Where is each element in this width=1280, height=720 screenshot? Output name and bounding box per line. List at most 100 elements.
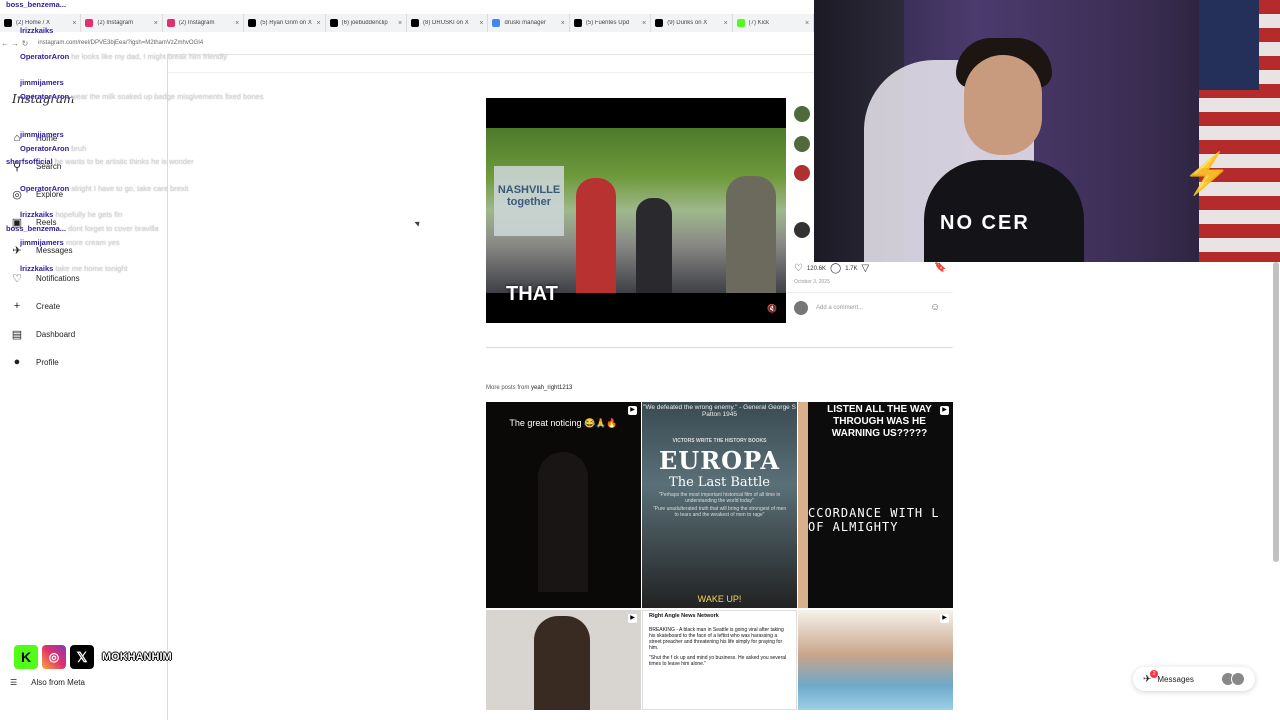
back-icon[interactable]: ← [0,39,10,48]
sidebar-item-explore[interactable]: ◎ Explore [10,187,63,201]
grid-post-6[interactable]: ▶ [798,610,953,710]
browser-tab[interactable]: (7) Kick × [733,14,814,32]
reel-icon: ▶ [628,406,637,415]
tile-tagline: VICTORS WRITE THE HISTORY BOOKS [672,438,767,444]
tile-header: LISTEN ALL THE WAY THROUGH WAS HE WARNIN… [827,404,932,439]
video-frame: NASHVILLE together THAT 🔇 [486,128,786,313]
tile-text: CCORDANCE WITH L OF ALMIGHTY [808,506,940,534]
likes-count: 120.6K [806,265,826,272]
browser-tab[interactable]: (8) DRUSKI on X × [407,14,489,32]
sidebar-item-messages[interactable]: ✈ Messages [10,243,72,257]
tab-favicon [4,19,12,27]
avatar-icon: ● [13,356,21,368]
close-icon[interactable]: × [235,20,239,27]
comment-avatar[interactable] [794,136,810,152]
message-avatars [1221,672,1245,686]
messages-button[interactable]: ✈ 2 Messages [1133,667,1255,691]
tile-review-1: "Perhaps the most important historical f… [658,492,781,504]
sidebar-item-notifications[interactable]: ♡ Notifications [10,271,80,285]
reel-icon: ▶ [940,614,949,623]
nashville-banner: NASHVILLE together [494,166,564,236]
tile-quote: "Shut the f ck up and mind yo business. … [649,655,787,667]
page-scrollbar[interactable] [1273,262,1279,562]
emoji-icon[interactable]: ☺ [930,302,940,313]
plus-icon: + [13,300,21,312]
tab-favicon [655,19,664,27]
like-icon[interactable]: ♡ [794,263,803,274]
add-comment-row[interactable]: Add a comment... [794,301,863,315]
browser-tab[interactable]: (6) joebuddenclip × [326,14,408,32]
browser-tab[interactable]: druski manager × [488,14,570,32]
more-posts-heading: More posts from yeah_right1213 [486,385,573,391]
bookmark-icon[interactable]: 🔖 [934,262,946,273]
share-icon[interactable]: ▽ [862,263,870,274]
heart-icon: ♡ [12,272,22,285]
browser-tab[interactable]: (5) Fuentes Upd × [570,14,652,32]
streamer-webcam: NO CER ⚡ [814,0,1280,262]
close-icon[interactable]: × [561,20,565,27]
browser-tab[interactable]: (2) Instagram × [163,14,245,32]
tab-favicon [248,19,257,27]
sidebar-item-dashboard[interactable]: ▤ Dashboard [10,327,75,341]
browser-address-bar[interactable]: ← → ↻ instagram.com/reel/DPVE3bjEea/?igs… [0,32,814,55]
comment-avatar[interactable] [794,106,810,122]
sidebar-item-home[interactable]: ⌂ Home [10,131,58,145]
reels-icon: ▣ [11,216,23,229]
browser-tab[interactable]: (9) Dunks on X × [651,14,733,32]
tab-favicon [492,19,501,27]
kick-icon: K [14,645,38,669]
close-icon[interactable]: × [72,20,76,27]
also-from-meta[interactable]: ☰ Also from Meta [10,678,85,687]
tile-title: EUROPA [659,446,780,475]
x-icon: 𝕏 [70,645,94,669]
tab-favicon [573,19,582,27]
grid-post-4[interactable]: ▶ [486,610,641,710]
grid-post-1[interactable]: The great noticing 😂🙏🔥 ▶ [486,402,641,608]
browser-tab[interactable]: (5) Ryan Grim on X × [244,14,326,32]
close-icon[interactable]: × [479,20,483,27]
comment-avatar[interactable] [794,165,810,181]
home-icon: ⌂ [13,132,21,144]
tab-favicon [166,19,175,27]
comment-icon[interactable]: ◯ [830,263,841,274]
close-icon[interactable]: × [724,20,728,27]
tile-caption: The great noticing 😂🙏🔥 [509,418,618,428]
streamer-handle: MOKHANHIM [102,651,172,663]
post-date: October 3, 2025 [794,279,830,285]
grid-post-2[interactable]: "We defeated the wrong enemy." - General… [642,402,797,608]
reload-icon[interactable]: ↻ [20,39,30,48]
sidebar-item-profile[interactable]: ● Profile [10,355,59,369]
tile-body: BREAKING - A black man in Seattle is goi… [649,627,784,651]
tab-favicon [85,19,94,27]
messenger-icon: ✈ 2 [1143,669,1158,685]
close-icon[interactable]: × [642,20,646,27]
browser-tab[interactable]: (2) Instagram × [81,14,163,32]
forward-icon[interactable]: → [10,39,20,48]
dashboard-icon: ▤ [11,328,23,341]
comment-divider [786,292,953,293]
mute-icon[interactable]: 🔇 [767,304,777,314]
close-icon[interactable]: × [398,20,402,27]
sidebar-item-create[interactable]: + Create [10,299,60,313]
reel-video[interactable]: NASHVILLE together THAT 🔇 [486,98,786,323]
tile-review-2: "Pure unadulterated truth that will brin… [652,506,787,518]
video-caption: THAT [506,283,558,305]
close-icon[interactable]: × [317,20,321,27]
grid-post-3[interactable]: LISTEN ALL THE WAY THROUGH WAS HE WARNIN… [798,402,953,608]
sidebar-item-reels[interactable]: ▣ Reels [10,215,57,229]
close-icon[interactable]: × [154,20,158,27]
comment-avatar[interactable] [794,222,810,238]
grid-post-5[interactable]: Right Angle News Network BREAKING - A bl… [642,610,797,710]
url-text[interactable]: instagram.com/reel/DPVE3bjEea/?igsh=M2th… [38,40,203,46]
browser-tab[interactable]: (2) Home / X × [0,14,82,32]
sidebar-item-search[interactable]: ⚲ Search [10,159,61,173]
close-icon[interactable]: × [805,20,809,27]
add-comment-input[interactable]: Add a comment... [816,305,863,311]
tile-wake-up: WAKE UP! [697,594,742,604]
mouse-cursor [414,219,422,227]
more-posts-username[interactable]: yeah_right1213 [531,385,572,391]
instagram-logo[interactable]: Instagram [12,92,75,106]
section-divider [486,347,953,348]
messages-label: Messages [1157,674,1194,684]
lightning-icon: ⚡ [1182,152,1232,196]
